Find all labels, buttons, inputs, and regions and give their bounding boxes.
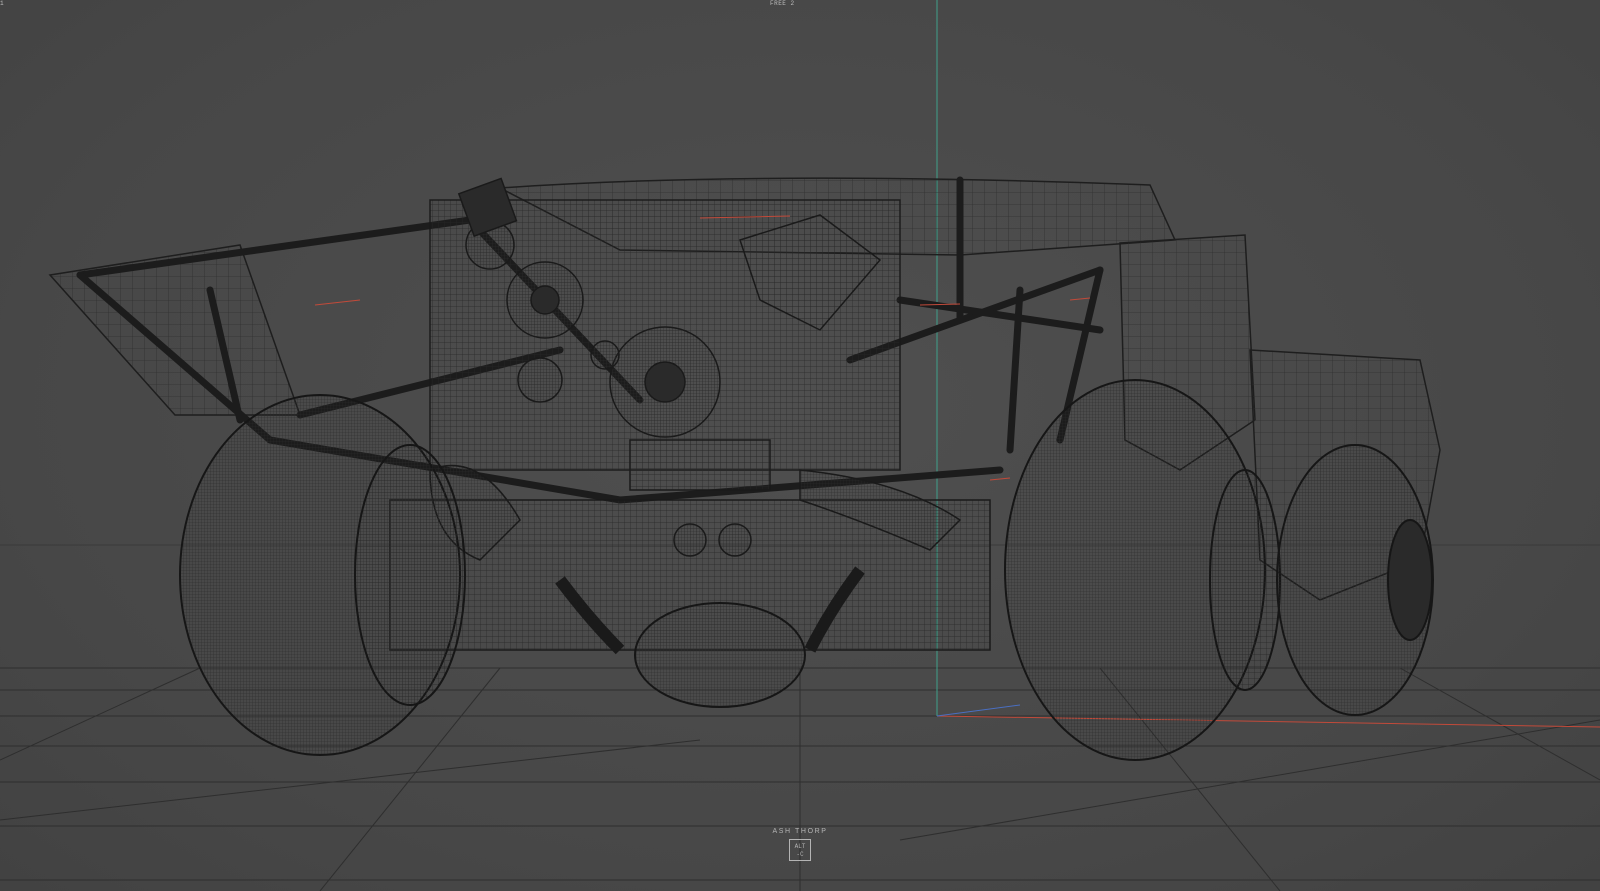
camera-label[interactable]: FREE 2 (770, 0, 795, 7)
watermark-logo-line1: ALT (794, 843, 806, 850)
wireframe-scene (0, 0, 1600, 891)
viewport-corner-mark: 1 (0, 0, 4, 7)
wheel-front-left (634, 602, 806, 708)
engine (429, 177, 901, 491)
watermark-name: ASH THORP (772, 828, 828, 835)
watermark-logo: ALT -C (789, 839, 811, 861)
watermark: ASH THORP ALT -C (760, 828, 840, 861)
watermark-logo-line2: -C (796, 851, 804, 858)
3d-viewport[interactable]: 1 FREE 2 ASH THORP ALT -C (0, 0, 1600, 891)
